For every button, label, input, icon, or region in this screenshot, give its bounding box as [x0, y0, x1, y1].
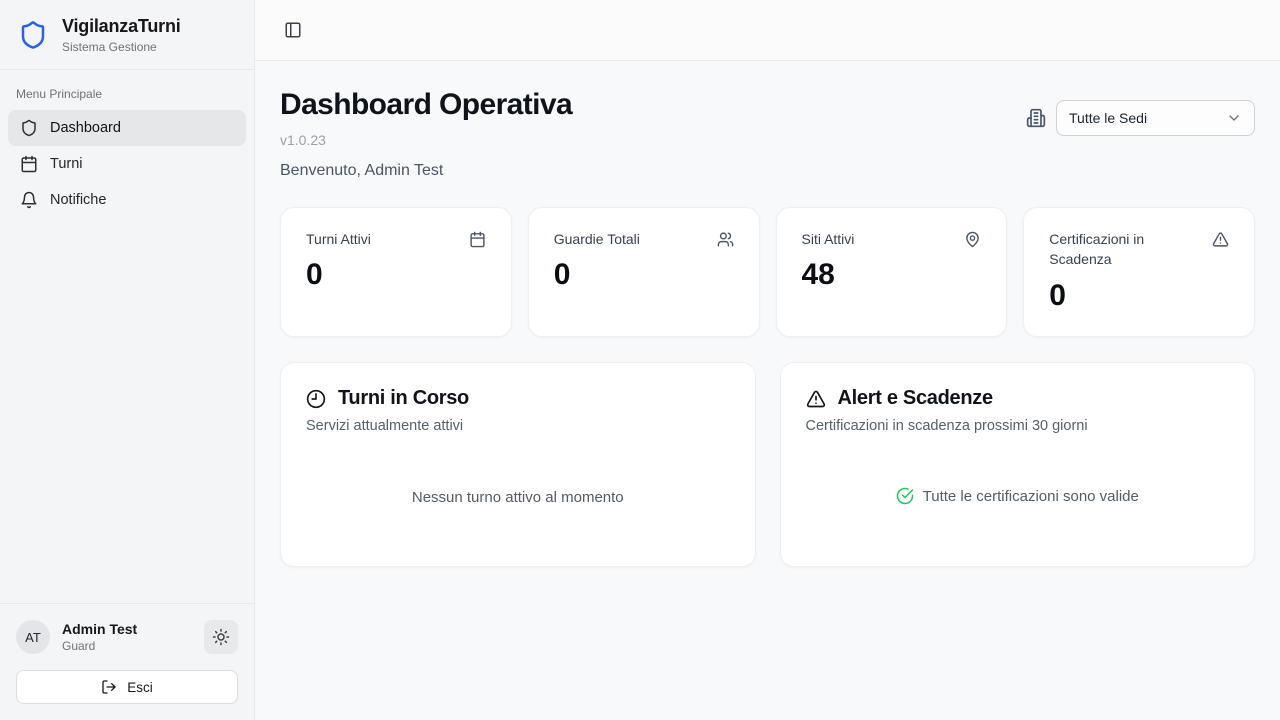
sidebar-item-label: Dashboard [50, 120, 121, 136]
welcome-message: Benvenuto, Admin Test [280, 162, 572, 180]
topbar [255, 0, 1280, 61]
calendar-icon [20, 155, 38, 173]
stat-card-certificazioni: Certificazioni in Scadenza 0 [1023, 207, 1255, 337]
user-profile: AT Admin Test Guard [16, 620, 238, 654]
panel-subtitle: Servizi attualmente attivi [306, 418, 730, 434]
alert-triangle-icon [806, 389, 826, 409]
logout-label: Esci [127, 680, 153, 695]
building-icon [1026, 108, 1046, 128]
page-header: Dashboard Operativa v1.0.23 Benvenuto, A… [280, 88, 1255, 180]
sidebar-nav: Dashboard Turni Notifiche [0, 110, 254, 218]
stat-label: Siti Attivi [802, 229, 855, 249]
stat-value: 0 [554, 258, 734, 292]
app-brand: VigilanzaTurni Sistema Gestione [0, 0, 254, 70]
panel-title: Alert e Scadenze [838, 387, 993, 410]
sidebar-item-label: Turni [50, 156, 83, 172]
panel-left-icon [284, 21, 302, 39]
app-version: v1.0.23 [280, 132, 572, 148]
empty-state-message: Nessun turno attivo al momento [306, 489, 730, 506]
logout-button[interactable]: Esci [16, 670, 238, 704]
sidebar-item-label: Notifiche [50, 192, 106, 208]
sidebar: VigilanzaTurni Sistema Gestione Menu Pri… [0, 0, 255, 720]
avatar: AT [16, 620, 50, 654]
user-name: Admin Test [62, 621, 192, 637]
dashboard-content: Dashboard Operativa v1.0.23 Benvenuto, A… [255, 61, 1280, 720]
chevron-down-icon [1226, 110, 1242, 126]
success-message: Tutte le certificazioni sono valide [923, 488, 1139, 505]
main-area: Dashboard Operativa v1.0.23 Benvenuto, A… [255, 0, 1280, 720]
sidebar-footer: AT Admin Test Guard Esci [0, 603, 254, 720]
site-filter-dropdown[interactable]: Tutte le Sedi [1056, 100, 1255, 136]
shield-icon [20, 119, 38, 137]
app-tagline: Sistema Gestione [62, 40, 181, 54]
stat-label: Certificazioni in Scadenza [1049, 229, 1202, 270]
stats-grid: Turni Attivi 0 Guardie Totali [280, 207, 1255, 337]
stat-card-siti-attivi: Siti Attivi 48 [776, 207, 1008, 337]
panels-grid: Turni in Corso Servizi attualmente attiv… [280, 362, 1255, 567]
site-filter-value: Tutte le Sedi [1069, 110, 1147, 126]
app-title: VigilanzaTurni [62, 16, 181, 37]
check-circle-icon [896, 487, 914, 505]
clock-icon [306, 389, 326, 409]
panel-alert-scadenze: Alert e Scadenze Certificazioni in scade… [780, 362, 1256, 567]
users-icon [717, 231, 734, 248]
stat-label: Guardie Totali [554, 229, 640, 249]
theme-toggle-button[interactable] [204, 620, 238, 654]
logout-icon [101, 679, 117, 695]
stat-value: 48 [802, 258, 982, 292]
panel-title: Turni in Corso [338, 387, 469, 410]
panel-turni-in-corso: Turni in Corso Servizi attualmente attiv… [280, 362, 756, 567]
sidebar-item-turni[interactable]: Turni [8, 146, 246, 182]
page-title: Dashboard Operativa [280, 88, 572, 122]
alert-triangle-icon [1212, 231, 1229, 248]
sidebar-item-dashboard[interactable]: Dashboard [8, 110, 246, 146]
map-pin-icon [964, 231, 981, 248]
bell-icon [20, 191, 38, 209]
sidebar-toggle-button[interactable] [280, 17, 306, 43]
sun-icon [212, 628, 230, 646]
user-role: Guard [62, 639, 192, 653]
calendar-icon [469, 231, 486, 248]
stat-value: 0 [1049, 279, 1229, 313]
shield-logo-icon [18, 20, 48, 50]
stat-card-turni-attivi: Turni Attivi 0 [280, 207, 512, 337]
stat-label: Turni Attivi [306, 229, 371, 249]
site-filter-controls: Tutte le Sedi [1026, 100, 1255, 136]
sidebar-item-notifiche[interactable]: Notifiche [8, 182, 246, 218]
stat-card-guardie-totali: Guardie Totali 0 [528, 207, 760, 337]
sidebar-section-label: Menu Principale [16, 87, 238, 101]
panel-subtitle: Certificazioni in scadenza prossimi 30 g… [806, 418, 1230, 434]
stat-value: 0 [306, 258, 486, 292]
